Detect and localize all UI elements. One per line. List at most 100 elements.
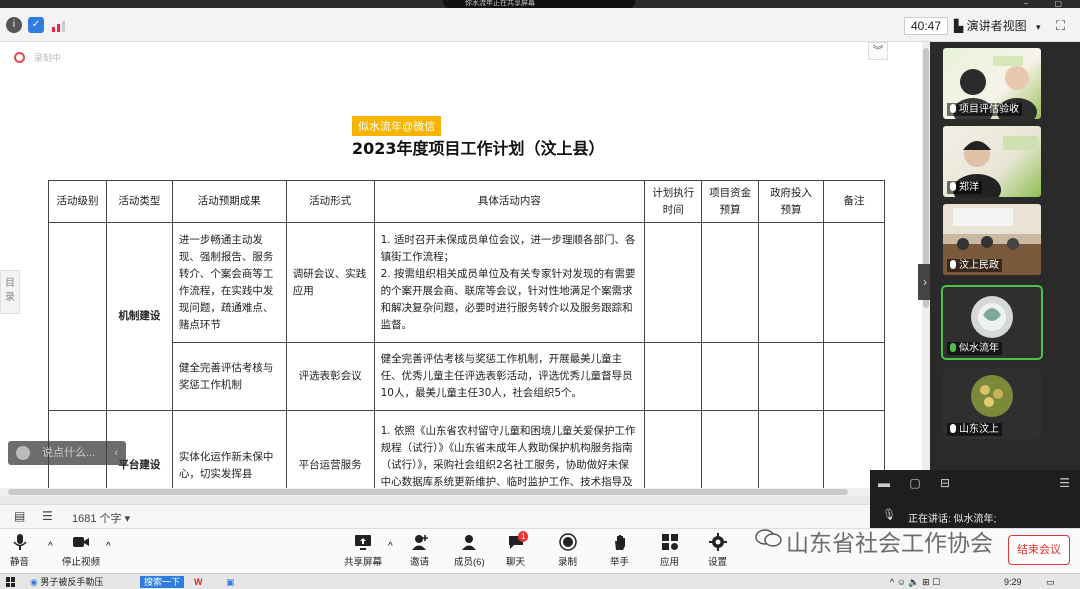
column-header: 活动级别 — [48, 180, 107, 223]
column-header: 备注 — [823, 180, 885, 223]
outcome-cell: 健全完善评估考核与奖惩工作机制 — [171, 342, 287, 411]
mic-icon — [950, 260, 956, 269]
members-label: 成员(6) — [454, 557, 485, 568]
chevron-up-icon[interactable]: ^ — [388, 541, 393, 552]
time-cell — [644, 222, 703, 343]
participant-tile[interactable]: 山东汶上 — [943, 368, 1041, 439]
taskbar-search[interactable]: 搜索一下 — [140, 576, 185, 588]
tray-icons[interactable]: ^ ☺ 🔈 ⊞ ☐ — [890, 576, 940, 588]
column-header: 活动预期成果 — [171, 180, 287, 223]
mic-icon: 🎙 — [882, 509, 896, 521]
members-button[interactable]: 成员(6) — [454, 533, 485, 568]
word-count-text: 1681 个字 — [72, 513, 122, 525]
time-cell — [644, 342, 703, 411]
participant-tile[interactable]: 郑洋 — [943, 126, 1041, 197]
chevron-left-icon[interactable]: ‹ — [114, 441, 118, 465]
participant-tile[interactable]: 项目评估验收 — [943, 48, 1041, 119]
chevron-up-icon[interactable]: ^ — [48, 541, 53, 552]
taskbar-item-browser[interactable]: ◉ 男子被反手勒压 — [30, 576, 103, 588]
menu-icon[interactable]: ☰ — [1059, 476, 1070, 490]
level-cell — [48, 222, 107, 411]
word-count[interactable]: 1681 个字 ▾ — [72, 510, 130, 526]
content-cell: 健全完善评估考核与奖惩工作机制，开展最美儿童主任、优秀儿童主任评选表彰活动，评选… — [373, 342, 646, 411]
notification-icon[interactable]: ▭ — [1046, 576, 1055, 588]
speaking-indicator: 正在讲话: 似水流年; — [908, 514, 997, 525]
mute-label: 静音 — [10, 557, 30, 568]
participant-label: 项目评估验收 — [947, 103, 1022, 116]
chevron-up-icon[interactable]: ^ — [106, 541, 111, 552]
wechat-icon — [755, 529, 782, 547]
speaker-view-icon: ▙ — [954, 19, 964, 33]
column-header: 活动形式 — [285, 180, 375, 223]
column-header: 活动类型 — [105, 180, 173, 223]
participant-label: 汶上民政 — [947, 259, 1002, 272]
outline-tab[interactable]: 目录 — [0, 270, 20, 314]
end-meeting-button[interactable]: 结束会议 — [1008, 535, 1070, 565]
screen: 你水流年正在共享屏幕 – ▢ i ✓ 40:47 ▙ 演讲者视图 ▾ ⛶ 录制中… — [0, 0, 1080, 589]
raise-hand-button[interactable]: 举手 — [610, 533, 629, 568]
mic-icon — [950, 182, 956, 191]
column-header: 项目资金预算 — [701, 180, 760, 223]
participant-name: 郑洋 — [959, 182, 979, 193]
document-title: 2023年度项目工作计划（汶上县） — [352, 139, 605, 158]
settings-button[interactable]: 设置 — [708, 533, 727, 568]
page-view-icon[interactable]: ▤ — [14, 509, 25, 523]
column-header: 具体活动内容 — [373, 180, 646, 223]
participant-tile[interactable]: 汶上民政 — [943, 204, 1041, 275]
microphone-icon — [12, 534, 27, 550]
note-cell — [823, 222, 885, 343]
participant-tile-active[interactable]: 似水流年 — [941, 285, 1043, 360]
table-row: 机制建设 进一步畅通主动发现、强制报告、服务转介、个案会商等工作流程，在实践中发… — [48, 222, 885, 411]
apps-button[interactable]: 应用 — [660, 533, 679, 568]
gear-icon — [708, 533, 727, 551]
browser-icon: ◉ — [30, 577, 38, 587]
content-cell: 1. 适时召开未保成员单位会议，进一步理顺各部门、各镇街工作流程； 2. 按需组… — [373, 222, 646, 343]
mute-button[interactable]: 静音 — [10, 533, 29, 568]
table-row: 平台建设 实体化运作新未保中心，切实发挥县 平台运营服务 1. 依照《山东省农村… — [48, 410, 885, 488]
invite-button[interactable]: 邀请 — [410, 533, 429, 568]
record-label: 录制 — [558, 557, 578, 568]
windows-start-icon[interactable] — [6, 577, 16, 587]
chat-label: 聊天 — [506, 557, 526, 568]
horizontal-scrollbar[interactable] — [0, 488, 922, 496]
info-icon[interactable]: i — [6, 17, 22, 33]
top-strip: 你水流年正在共享屏幕 – ▢ — [0, 0, 1080, 8]
chat-placeholder: 说点什么... — [42, 447, 96, 459]
apps-label: 应用 — [660, 557, 680, 568]
emoji-icon[interactable] — [16, 446, 30, 460]
watermark-tag: 似水流年@微信 — [352, 116, 442, 136]
view-mode-label: 演讲者视图 — [966, 19, 1027, 33]
collapse-chevron-icon[interactable]: ︾ — [868, 42, 888, 60]
settings-label: 设置 — [708, 557, 728, 568]
participant-label: 山东汶上 — [947, 423, 1002, 436]
fullscreen-icon[interactable]: ⛶ — [1056, 18, 1065, 34]
window-controls[interactable]: – ▢ — [1024, 0, 1074, 8]
view-mode-dropdown[interactable]: ▙ 演讲者视图 ▾ — [954, 17, 1040, 35]
layout-icon[interactable]: ☰ — [42, 509, 53, 523]
column-header: 计划执行时间 — [644, 180, 703, 223]
record-button[interactable]: 录制 — [558, 533, 577, 568]
mic-icon — [950, 104, 956, 113]
shield-icon[interactable]: ✓ — [28, 17, 44, 33]
gallery-controls[interactable]: ▬ ▢ ⊟ — [878, 476, 958, 490]
chat-badge: 1 — [518, 531, 529, 542]
column-header: 政府投入预算 — [758, 180, 825, 223]
chat-button[interactable]: 聊天 1 — [506, 531, 529, 568]
chat-quick-input[interactable]: 说点什么... ‹ — [8, 441, 126, 465]
camera-icon — [73, 537, 89, 547]
mic-active-icon — [950, 343, 956, 352]
share-screen-button[interactable]: 共享屏幕 — [344, 533, 382, 568]
wps-icon[interactable]: W — [194, 576, 203, 588]
meeting-app-icon[interactable]: ▣ — [226, 576, 235, 588]
taskbar-item-label: 男子被反手勒压 — [40, 577, 104, 587]
stop-video-button[interactable]: 停止视频 — [62, 533, 100, 568]
gov-cell — [758, 222, 825, 343]
os-taskbar: ◉ 男子被反手勒压 搜索一下 W ▣ ^ ☺ 🔈 ⊞ ☐ 9:29 ▭ — [0, 573, 1080, 589]
stop-video-label: 停止视频 — [62, 557, 101, 568]
screen-share-indicator[interactable]: 你水流年正在共享屏幕 — [443, 0, 635, 8]
chevron-down-icon: ▾ — [1035, 22, 1041, 32]
signal-icon[interactable] — [52, 19, 66, 32]
participant-name: 汶上民政 — [959, 260, 999, 271]
scroll-thumb[interactable] — [8, 489, 848, 495]
fund-cell — [701, 222, 760, 343]
